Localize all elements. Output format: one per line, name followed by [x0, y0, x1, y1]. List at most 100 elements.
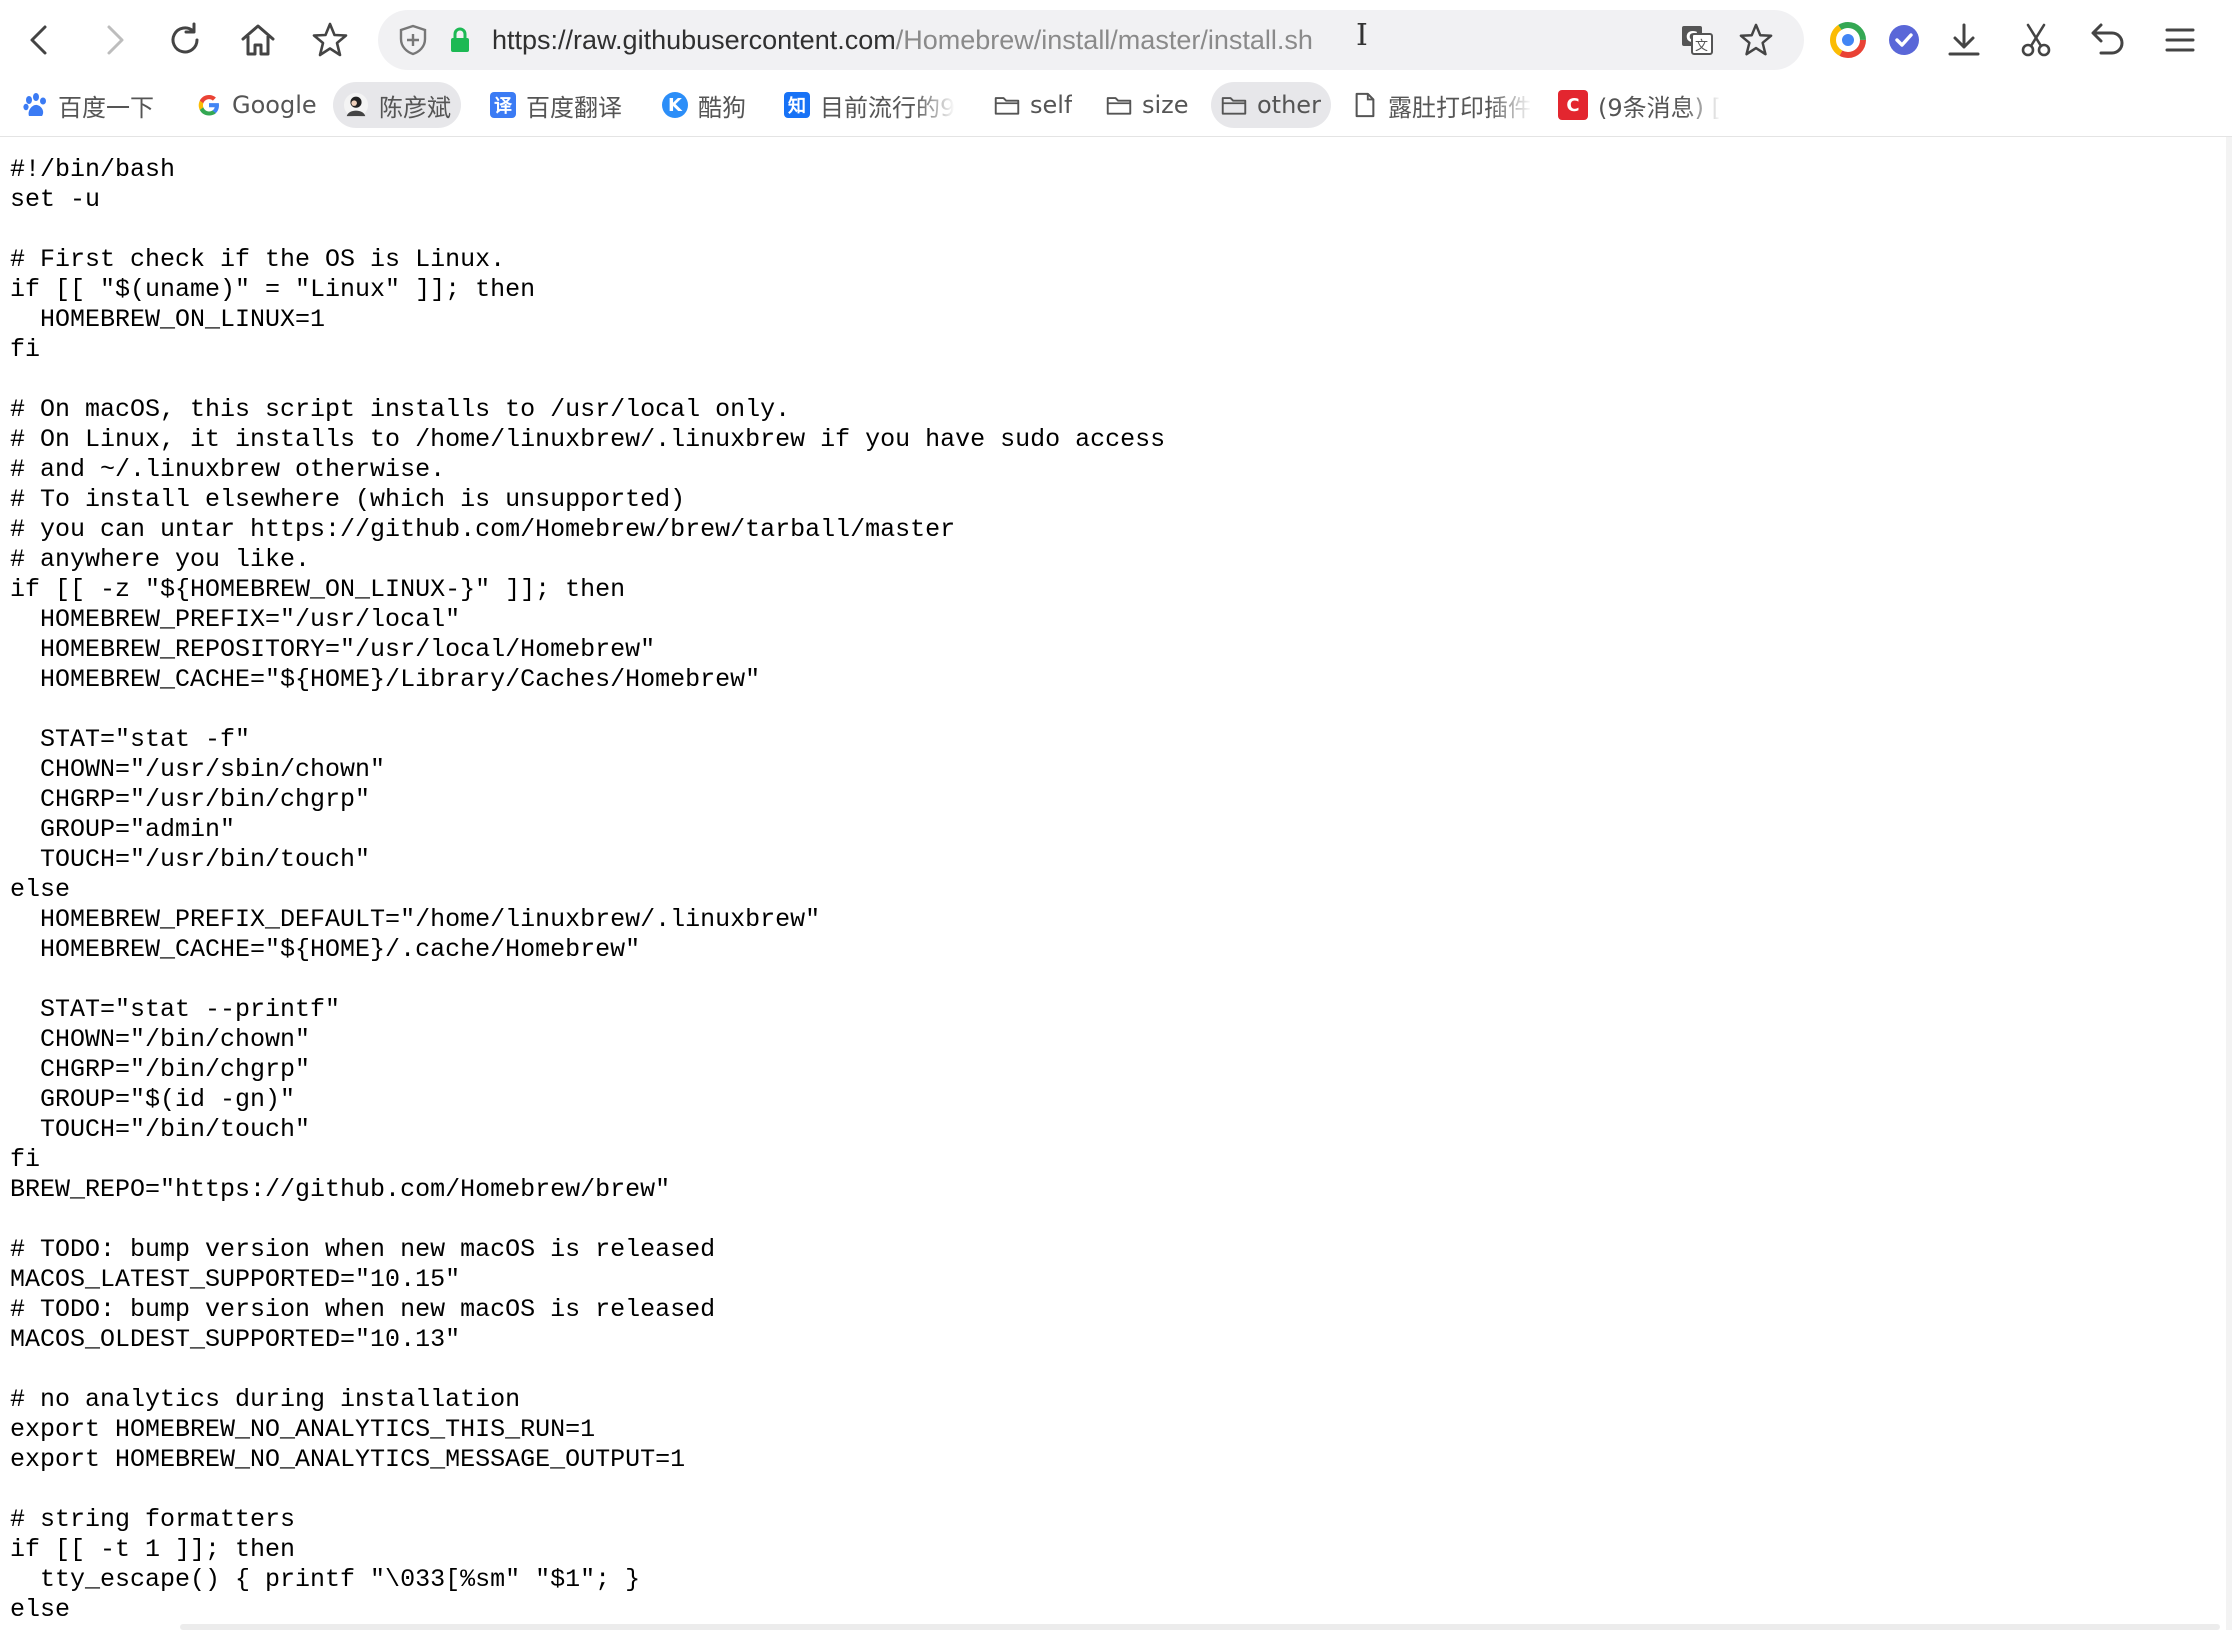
code-line: #!/bin/bash [10, 155, 176, 184]
code-line: HOMEBREW_REPOSITORY="/usr/local/Homebrew… [10, 635, 656, 664]
folder-icon [1221, 97, 1247, 115]
url-text[interactable]: https://raw.githubusercontent.com/Homebr… [492, 24, 1313, 56]
home-button[interactable] [230, 12, 286, 68]
code-line: # First check if the OS is Linux. [10, 245, 506, 274]
menu-button[interactable] [2152, 12, 2208, 68]
code-line: else [10, 875, 71, 904]
code-line: # you can untar https://github.com/Homeb… [10, 515, 956, 544]
folder-icon [994, 97, 1020, 115]
bookmark-profile[interactable]: 陈彦斌 [333, 82, 461, 128]
code-line: CHGRP="/usr/bin/chgrp" [10, 785, 371, 814]
bookmark-print-plugin[interactable]: 露肚打印插件 [1352, 82, 1530, 128]
code-line: # TODO: bump version when new macOS is r… [10, 1235, 716, 1264]
bookmark-folder-other[interactable]: other [1211, 82, 1331, 128]
code-line: if [[ -z "${HOMEBREW_ON_LINUX-}" ]]; the… [10, 575, 626, 604]
back-button[interactable] [12, 12, 68, 68]
bookmark-label: self [1030, 91, 1073, 119]
url-host: https://raw.githubusercontent.com [492, 25, 896, 55]
scissors-icon [2021, 23, 2051, 57]
code-line: TOUCH="/bin/touch" [10, 1115, 311, 1144]
code-line: GROUP="$(id -gn)" [10, 1085, 296, 1114]
bookmark-csdn[interactable]: C (9条消息) [ [1558, 82, 1736, 128]
lock-icon [451, 27, 469, 52]
code-line: BREW_REPO="https://github.com/Homebrew/b… [10, 1175, 671, 1204]
bookmark-label: other [1257, 91, 1321, 119]
bookmark-folder-self[interactable]: self [994, 82, 1072, 128]
code-line: GROUP="admin" [10, 815, 236, 844]
code-line: CHOWN="/bin/chown" [10, 1025, 311, 1054]
code-line: # To install elsewhere (which is unsuppo… [10, 485, 686, 514]
svg-text:文: 文 [1695, 39, 1708, 54]
avatar-icon [343, 92, 369, 118]
text-cursor-icon: I [1356, 18, 1368, 53]
bookmark-baidu-translate[interactable]: 译 百度翻译 [490, 82, 622, 128]
vertical-scrollbar[interactable] [2226, 137, 2232, 1630]
baidu-translate-icon: 译 [490, 92, 516, 118]
code-line: export HOMEBREW_NO_ANALYTICS_THIS_RUN=1 [10, 1415, 596, 1444]
translate-icon[interactable]: G文 [1680, 24, 1714, 56]
code-line: HOMEBREW_PREFIX_DEFAULT="/home/linuxbrew… [10, 905, 821, 934]
browser-toolbar: https://raw.githubusercontent.com/Homebr… [0, 0, 2232, 80]
horizontal-scrollbar[interactable] [180, 1624, 2220, 1630]
bookmark-label: 陈彦斌 [379, 93, 451, 122]
code-line: CHGRP="/bin/chgrp" [10, 1055, 311, 1084]
code-line: if [[ -t 1 ]]; then [10, 1535, 296, 1564]
favorites-button[interactable] [302, 12, 358, 68]
downloads-button[interactable] [1936, 12, 1992, 68]
code-line: export HOMEBREW_NO_ANALYTICS_MESSAGE_OUT… [10, 1445, 686, 1474]
google-icon [198, 95, 219, 116]
star-outline-icon [312, 22, 348, 57]
bookmark-label: 百度翻译 [526, 93, 622, 122]
extension-check-button[interactable] [1876, 12, 1932, 68]
code-line: CHOWN="/usr/sbin/chown" [10, 755, 386, 784]
undo-button[interactable] [2080, 12, 2136, 68]
code-line: MACOS_OLDEST_SUPPORTED="10.13" [10, 1325, 461, 1354]
code-line: fi [10, 335, 41, 364]
bookmark-label: 目前流行的9 [820, 93, 956, 122]
chrome-extension-icon [1830, 22, 1866, 58]
code-line: HOMEBREW_ON_LINUX=1 [10, 305, 326, 334]
bookmark-label: size [1142, 91, 1189, 119]
page-icon [1355, 92, 1375, 118]
forward-arrow-icon [107, 25, 124, 55]
code-line: # On Linux, it installs to /home/linuxbr… [10, 425, 1166, 454]
bookmark-google[interactable]: Google [196, 82, 317, 128]
bookmarks-bar: 百度一下 Google 陈彦斌 译 百度翻译 K 酷狗 知 目前流行的9 sel… [0, 80, 2232, 137]
kugou-icon: K [662, 92, 688, 118]
code-line: if [[ "$(uname)" = "Linux" ]]; then [10, 275, 536, 304]
hamburger-menu-icon [2165, 28, 2195, 52]
address-bar[interactable]: https://raw.githubusercontent.com/Homebr… [378, 10, 1804, 70]
bookmark-zhihu[interactable]: 知 目前流行的9 [784, 82, 962, 128]
bookmark-star-icon[interactable] [1738, 22, 1774, 58]
code-line: HOMEBREW_CACHE="${HOME}/Library/Caches/H… [10, 665, 761, 694]
bookmark-label: 酷狗 [698, 93, 746, 122]
code-line: # and ~/.linuxbrew otherwise. [10, 455, 446, 484]
code-line: set -u [10, 185, 101, 214]
code-line: # On macOS, this script installs to /usr… [10, 395, 791, 424]
reload-button[interactable] [157, 12, 213, 68]
check-badge-icon [1889, 25, 1919, 55]
code-line: STAT="stat -f" [10, 725, 251, 754]
bookmark-baidu[interactable]: 百度一下 [22, 82, 154, 128]
page-content: #!/bin/bash set -u # First check if the … [0, 137, 2226, 1630]
shield-icon[interactable] [398, 24, 428, 56]
zhihu-icon: 知 [784, 92, 810, 118]
code-line: # TODO: bump version when new macOS is r… [10, 1295, 716, 1324]
forward-button[interactable] [86, 12, 142, 68]
screenshot-button[interactable] [2008, 12, 2064, 68]
bookmark-label: 百度一下 [58, 93, 154, 122]
csdn-icon: C [1558, 90, 1588, 120]
code-line: fi [10, 1145, 41, 1174]
extension-chrome-button[interactable] [1820, 12, 1876, 68]
baidu-paw-icon [23, 93, 46, 116]
bookmark-label: 露肚打印插件 [1388, 93, 1530, 122]
bookmark-label: Google [232, 91, 317, 119]
undo-icon [2091, 23, 2124, 55]
download-icon [1948, 23, 1980, 56]
code-line: # no analytics during installation [10, 1385, 521, 1414]
code-line: else [10, 1595, 71, 1624]
code-line: TOUCH="/usr/bin/touch" [10, 845, 371, 874]
bookmark-kugou[interactable]: K 酷狗 [662, 82, 746, 128]
bookmark-folder-size[interactable]: size [1106, 82, 1189, 128]
code-line: MACOS_LATEST_SUPPORTED="10.15" [10, 1265, 461, 1294]
